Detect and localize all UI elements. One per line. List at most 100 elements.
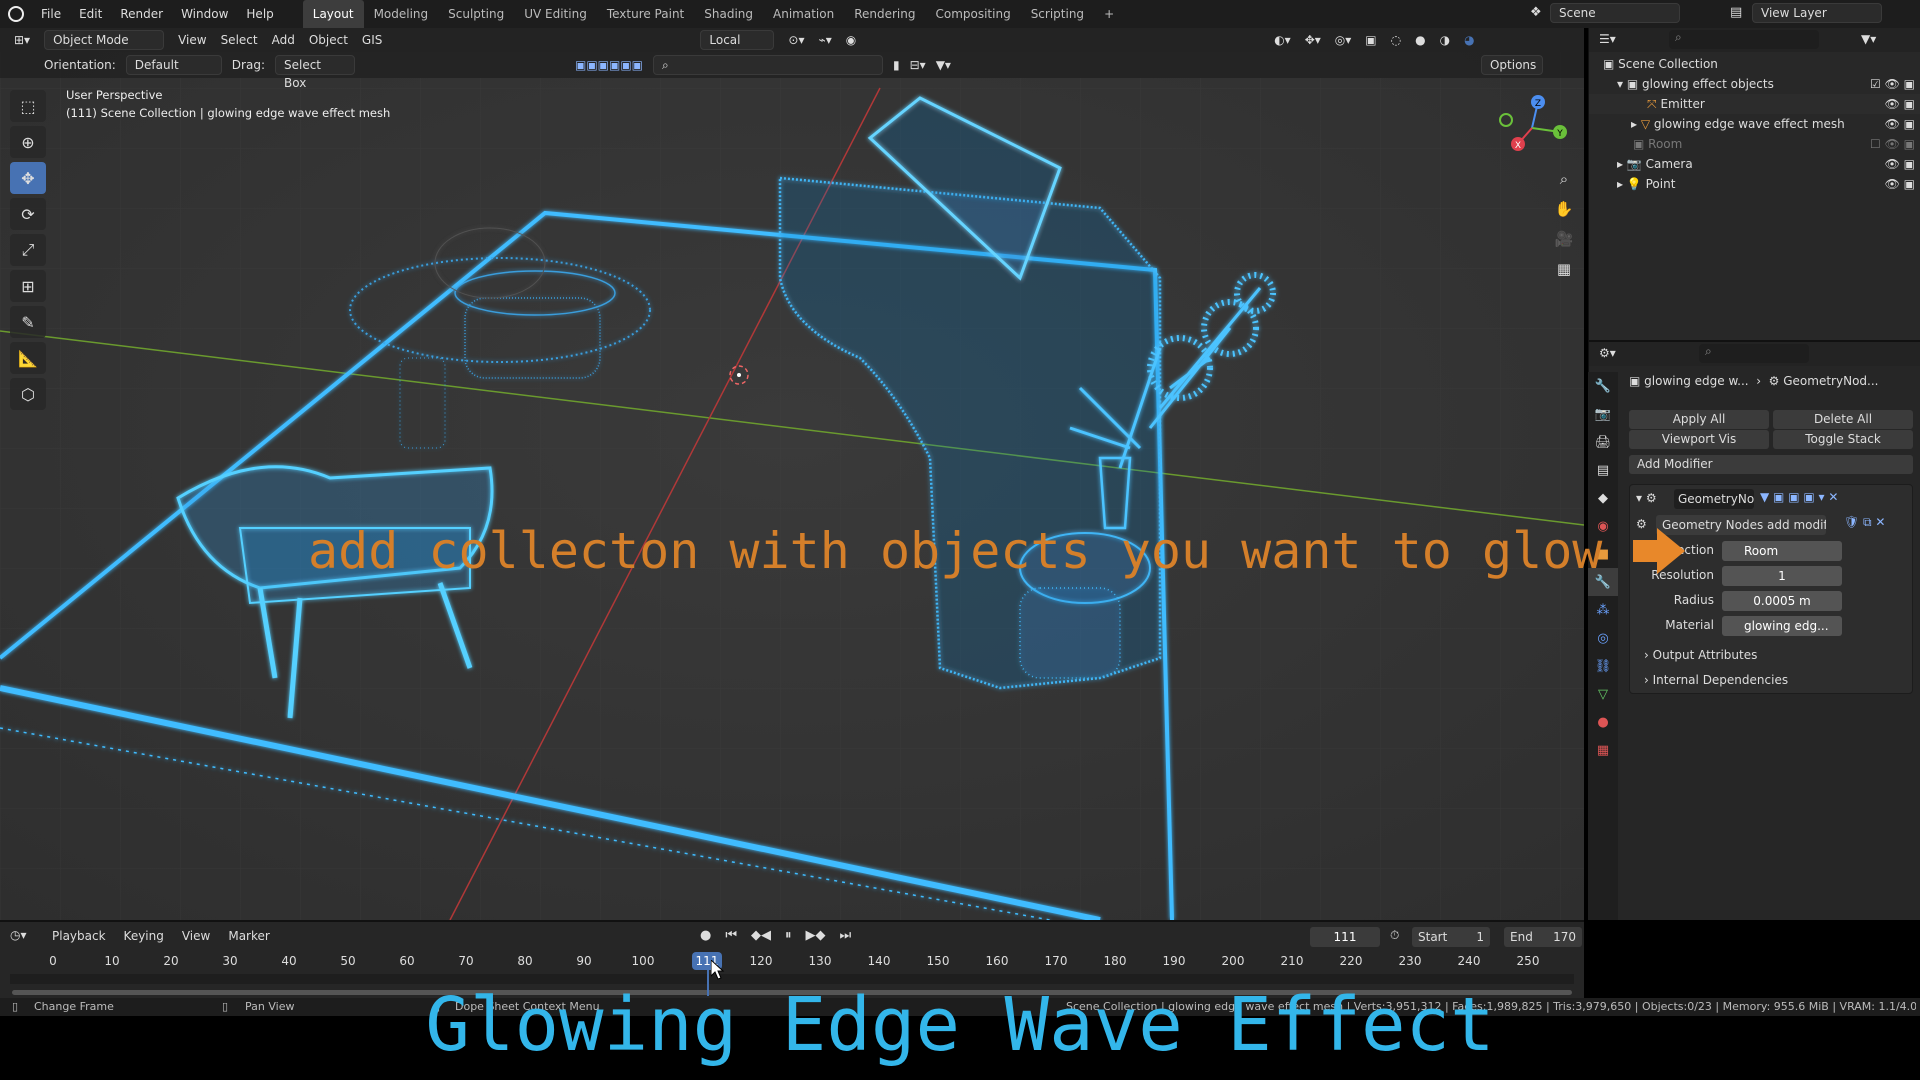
- measure-tool-icon[interactable]: 📐: [10, 342, 46, 374]
- pan-hand-icon[interactable]: ✋: [1550, 200, 1578, 226]
- outliner-row-glowing-effect-objects[interactable]: ▾ ▣ glowing effect objects ☑ 👁 ▣: [1589, 74, 1920, 94]
- workspace-tab-sculpting[interactable]: Sculpting: [438, 0, 514, 28]
- snap-icon[interactable]: ⌁▾: [818, 33, 831, 47]
- pivot-icon[interactable]: ⊙▾: [788, 33, 804, 47]
- visibility-eye-icon[interactable]: 👁 ▣: [1885, 154, 1915, 174]
- viewport-menu-object[interactable]: Object: [309, 33, 348, 47]
- timeline-editor-icon[interactable]: ◷▾: [10, 928, 27, 942]
- blender-logo-icon[interactable]: [8, 6, 24, 22]
- outliner-row-wave-mesh[interactable]: ▸ ▽ glowing edge wave effect mesh 👁 ▣: [1589, 114, 1920, 134]
- constraints-tab-icon[interactable]: ⛓: [1588, 652, 1618, 680]
- timeline-menu-marker[interactable]: Marker: [228, 929, 269, 943]
- outliner-editor-icon[interactable]: ☰▾: [1599, 32, 1616, 46]
- workspace-tab-layout[interactable]: Layout: [302, 0, 364, 28]
- outliner-row-emitter[interactable]: ⤧ Emitter 👁 ▣: [1589, 94, 1920, 114]
- view-layer-selector[interactable]: View Layer: [1752, 3, 1882, 23]
- filter-icon[interactable]: ▼▾: [936, 58, 951, 72]
- timeline-menu-view[interactable]: View: [182, 929, 210, 943]
- visibility-icon[interactable]: ◐▾: [1274, 33, 1291, 47]
- workspace-tab-animation[interactable]: Animation: [763, 0, 844, 28]
- frame-icon[interactable]: ⊟▾: [910, 58, 926, 72]
- shading-rendered-icon[interactable]: ◕: [1464, 33, 1474, 47]
- ortho-grid-icon[interactable]: ▦: [1550, 260, 1578, 286]
- toggle-stack-button[interactable]: Toggle Stack: [1773, 430, 1913, 449]
- workspace-tab-modeling[interactable]: Modeling: [364, 0, 439, 28]
- data-tab-icon[interactable]: ▽: [1588, 680, 1618, 708]
- viewport-vis-button[interactable]: Viewport Vis: [1629, 430, 1769, 449]
- radius-field[interactable]: 0.0005 m: [1722, 591, 1842, 611]
- collapse-chevron-icon[interactable]: ▾ ⚙: [1636, 491, 1657, 505]
- resolution-field[interactable]: 1: [1722, 566, 1842, 586]
- outliner-row-camera[interactable]: ▸ 📷 Camera 👁 ▣: [1589, 154, 1920, 174]
- timeline-menu-keying[interactable]: Keying: [124, 929, 164, 943]
- end-frame-field[interactable]: End 170: [1504, 927, 1582, 947]
- viewport-menu-select[interactable]: Select: [221, 33, 258, 47]
- viewport-menu-add[interactable]: Add: [272, 33, 295, 47]
- outliner-row-scene-collection[interactable]: ▣ Scene Collection: [1589, 54, 1920, 74]
- view-layer-tab-icon[interactable]: ▤: [1588, 456, 1618, 484]
- material-tab-icon[interactable]: ●: [1588, 708, 1618, 736]
- scene-tab-icon[interactable]: ◆: [1588, 484, 1618, 512]
- visibility-eye-icon[interactable]: ☑ 👁 ▣: [1870, 74, 1915, 94]
- internal-dependencies-panel[interactable]: › Internal Dependencies: [1644, 673, 1788, 687]
- workspace-tab-uv-editing[interactable]: UV Editing: [514, 0, 597, 28]
- outliner-search-icon[interactable]: ⌕: [1669, 30, 1819, 49]
- bookmark-icon[interactable]: ▮: [893, 58, 900, 72]
- outliner-filter-icon[interactable]: ▼▾: [1861, 32, 1876, 46]
- start-frame-field[interactable]: Start 1: [1412, 927, 1490, 947]
- orientation-selector[interactable]: Default: [125, 55, 222, 75]
- transform-orientation-selector[interactable]: Local: [700, 30, 775, 50]
- next-keyframe-icon[interactable]: ▶◆: [806, 928, 826, 943]
- menu-edit[interactable]: Edit: [70, 0, 111, 28]
- rotate-tool-icon[interactable]: ⟳: [10, 198, 46, 230]
- navigation-gizmo[interactable]: Z Y X: [1494, 90, 1570, 166]
- menu-help[interactable]: Help: [237, 0, 282, 28]
- output-attributes-panel[interactable]: › Output Attributes: [1644, 648, 1757, 662]
- camera-view-icon[interactable]: 🎥: [1550, 230, 1578, 256]
- modifier-name-field[interactable]: GeometryNo...: [1674, 489, 1754, 509]
- output-tab-icon[interactable]: 🖨: [1588, 428, 1618, 456]
- outliner-row-point[interactable]: ▸ 💡 Point 👁 ▣: [1589, 174, 1920, 194]
- select-box-tool-icon[interactable]: ⬚: [10, 90, 46, 122]
- scale-tool-icon[interactable]: ⤢: [10, 234, 46, 266]
- shading-wireframe-icon[interactable]: ◌: [1391, 33, 1401, 47]
- move-tool-icon[interactable]: ✥: [10, 162, 46, 194]
- visibility-eye-icon[interactable]: ☐ 👁 ▣: [1870, 134, 1915, 154]
- properties-search-icon[interactable]: ⌕: [1699, 344, 1809, 363]
- viewport-menu-gis[interactable]: GIS: [362, 33, 382, 47]
- pause-icon[interactable]: ⏸: [785, 928, 792, 943]
- workspace-tab-compositing[interactable]: Compositing: [925, 0, 1020, 28]
- apply-all-button[interactable]: Apply All: [1629, 410, 1769, 429]
- zoom-icon[interactable]: ⌕: [1550, 170, 1578, 196]
- texture-tab-icon[interactable]: ▦: [1588, 736, 1618, 764]
- workspace-tab-scripting[interactable]: Scripting: [1021, 0, 1094, 28]
- collection-field[interactable]: Room: [1722, 541, 1842, 561]
- gizmo-toggle-icon[interactable]: ✥▾: [1305, 33, 1321, 47]
- outliner-row-room[interactable]: ▣ Room ☐ 👁 ▣: [1589, 134, 1920, 154]
- tool-tab-icon[interactable]: 🔧: [1588, 372, 1618, 400]
- visibility-eye-icon[interactable]: 👁 ▣: [1885, 174, 1915, 194]
- xray-icon[interactable]: ▣: [1365, 33, 1376, 47]
- jump-end-icon[interactable]: ⏭: [840, 928, 852, 943]
- shading-solid-icon[interactable]: ●: [1415, 33, 1425, 47]
- render-tab-icon[interactable]: 📷: [1588, 400, 1618, 428]
- menu-render[interactable]: Render: [111, 0, 172, 28]
- add-cube-tool-icon[interactable]: ⬡: [10, 378, 46, 410]
- workspace-tab-rendering[interactable]: Rendering: [844, 0, 925, 28]
- record-icon[interactable]: ●: [700, 928, 711, 943]
- drag-selector[interactable]: Select Box: [274, 55, 355, 90]
- viewport-menu-view[interactable]: View: [178, 33, 206, 47]
- select-mode-icons[interactable]: ▣▣▣▣▣▣: [575, 58, 643, 72]
- 3d-viewport[interactable]: [0, 28, 1584, 920]
- annotate-tool-icon[interactable]: ✎: [10, 306, 46, 338]
- properties-editor-icon[interactable]: ⚙▾: [1599, 346, 1616, 360]
- stopwatch-icon[interactable]: ⏱: [1390, 928, 1399, 943]
- workspace-tab-texture-paint[interactable]: Texture Paint: [597, 0, 694, 28]
- editor-type-icon[interactable]: ⊞▾: [14, 33, 30, 47]
- physics-tab-icon[interactable]: ◎: [1588, 624, 1618, 652]
- transform-tool-icon[interactable]: ⊞: [10, 270, 46, 302]
- overlay-toggle-icon[interactable]: ◎▾: [1335, 33, 1352, 47]
- visibility-eye-icon[interactable]: 👁 ▣: [1885, 94, 1915, 114]
- particles-tab-icon[interactable]: ⁂: [1588, 596, 1618, 624]
- current-frame-field[interactable]: 111: [1310, 927, 1380, 947]
